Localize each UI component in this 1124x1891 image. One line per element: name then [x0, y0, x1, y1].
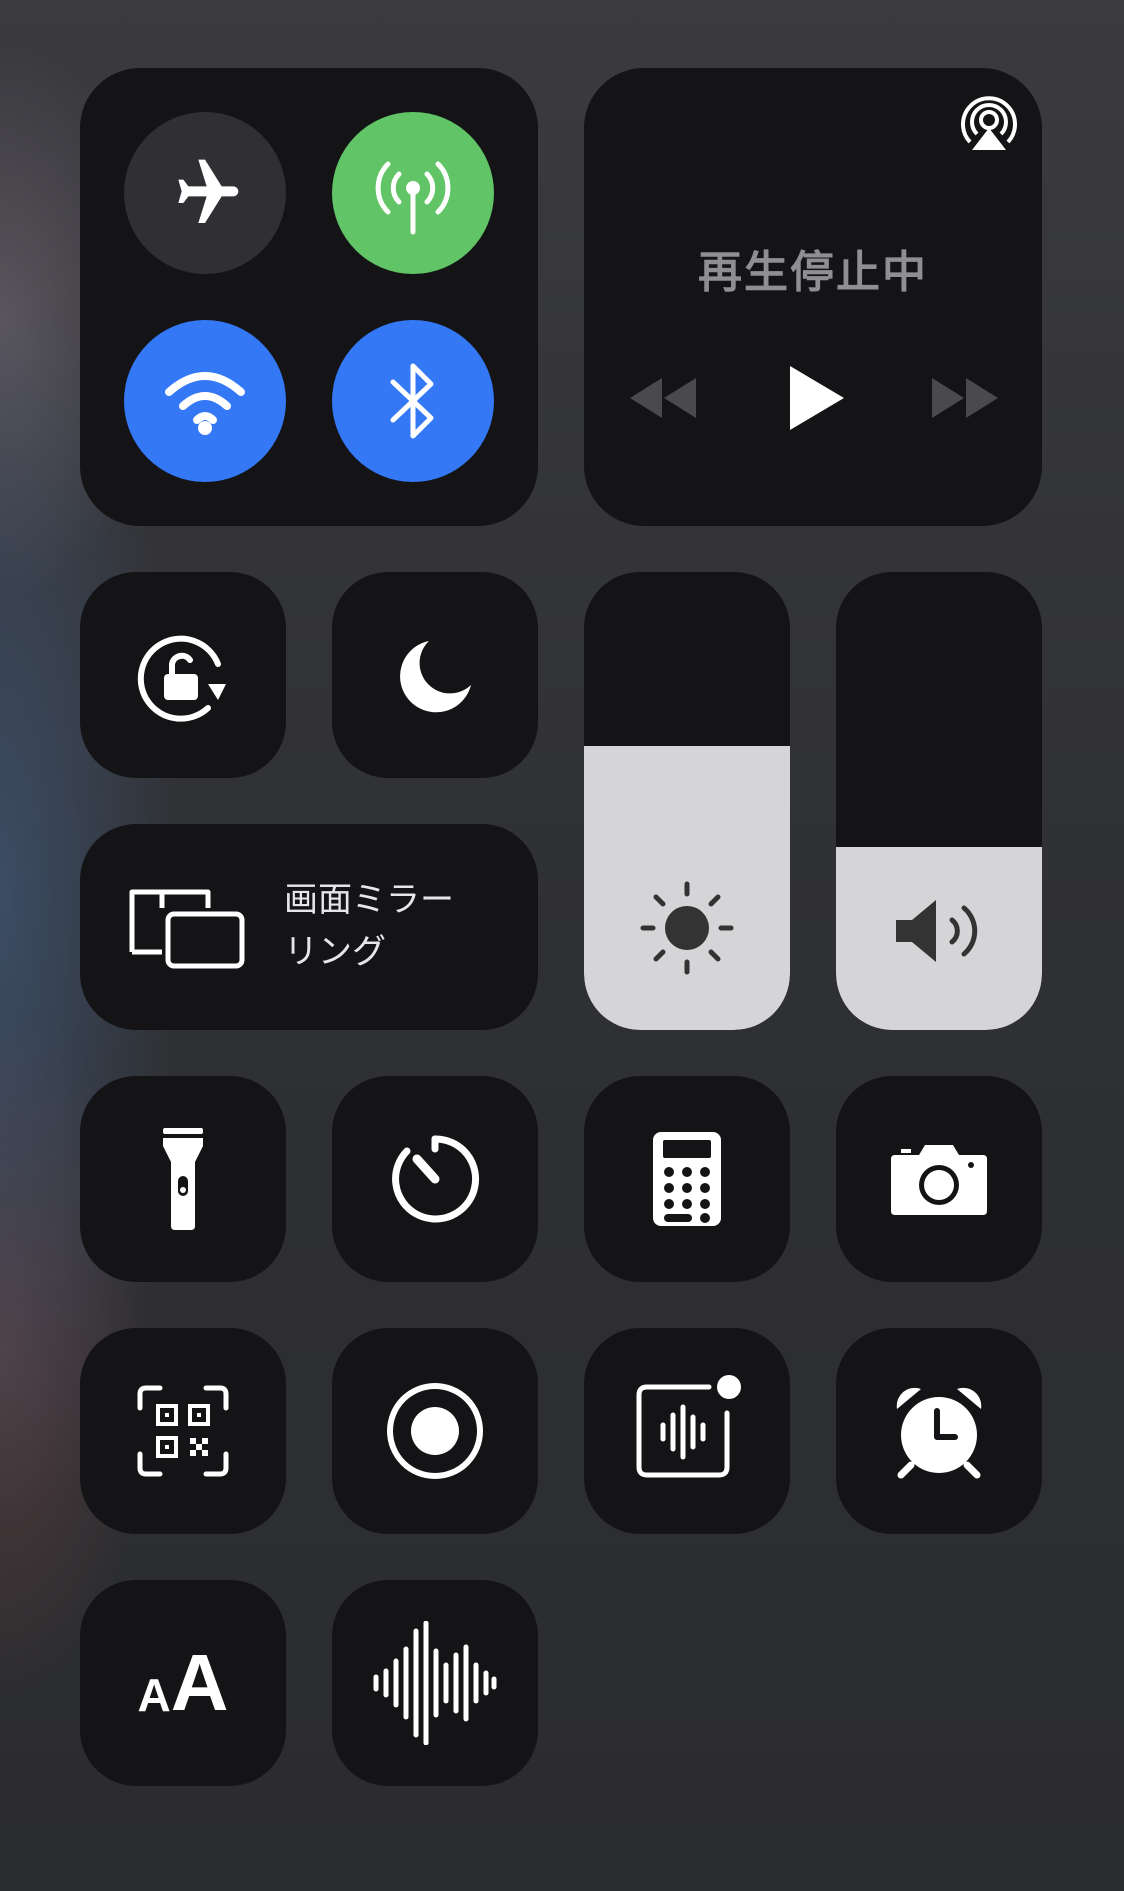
speaker-icon [892, 896, 992, 966]
alarm-clock-icon [889, 1381, 989, 1481]
orientation-lock-button[interactable] [80, 572, 286, 778]
sound-recognition-button[interactable] [332, 1580, 538, 1786]
text-size-button[interactable]: A A [80, 1580, 286, 1786]
voice-memos-button[interactable] [584, 1328, 790, 1534]
brightness-slider[interactable] [584, 572, 790, 1030]
sun-icon [639, 880, 735, 976]
do-not-disturb-button[interactable] [332, 572, 538, 778]
camera-icon [889, 1141, 989, 1217]
qr-code-icon [136, 1384, 230, 1478]
screen-mirroring-label-line1: 画面ミラー [284, 880, 454, 920]
airplane-icon [165, 153, 245, 233]
cellular-antenna-icon [368, 148, 458, 238]
flashlight-icon [161, 1126, 205, 1232]
calculator-button[interactable] [584, 1076, 790, 1282]
record-icon [385, 1381, 485, 1481]
bluetooth-toggle[interactable] [332, 320, 494, 482]
now-playing-module[interactable]: 再生停止中 [584, 68, 1042, 526]
media-status-text: 再生停止中 [698, 247, 928, 298]
airplane-mode-toggle[interactable] [124, 112, 286, 274]
flashlight-button[interactable] [80, 1076, 286, 1282]
cellular-data-toggle[interactable] [332, 112, 494, 274]
timer-button[interactable] [332, 1076, 538, 1282]
screen-mirroring-label-line2: リング [284, 932, 386, 972]
qr-code-scanner-button[interactable] [80, 1328, 286, 1534]
airplay-audio-icon[interactable] [958, 92, 1020, 154]
volume-slider[interactable] [836, 572, 1042, 1030]
connectivity-module [80, 68, 538, 526]
screen-mirroring-label: 画面ミラー リング [284, 874, 504, 978]
text-size-icon: A A [137, 1638, 229, 1727]
screen-mirroring-icon [128, 886, 246, 970]
screen-recording-button[interactable] [332, 1328, 538, 1534]
voice-memo-icon [629, 1373, 745, 1489]
sound-wave-icon [372, 1621, 498, 1745]
orientation-lock-icon [128, 620, 238, 730]
alarm-button[interactable] [836, 1328, 1042, 1534]
screen-mirroring-button[interactable]: 画面ミラー リング [80, 824, 538, 1030]
wifi-toggle[interactable] [124, 320, 286, 482]
bluetooth-icon [383, 356, 443, 446]
timer-icon [387, 1131, 483, 1227]
calculator-icon [651, 1130, 723, 1228]
moon-icon [395, 635, 475, 715]
wifi-icon [163, 366, 247, 436]
text-size-small-glyph: A [137, 1669, 171, 1721]
fast-forward-icon[interactable] [930, 376, 1000, 420]
text-size-large-glyph: A [170, 1638, 229, 1727]
camera-button[interactable] [836, 1076, 1042, 1282]
play-icon[interactable] [786, 364, 846, 432]
rewind-icon[interactable] [628, 376, 698, 420]
